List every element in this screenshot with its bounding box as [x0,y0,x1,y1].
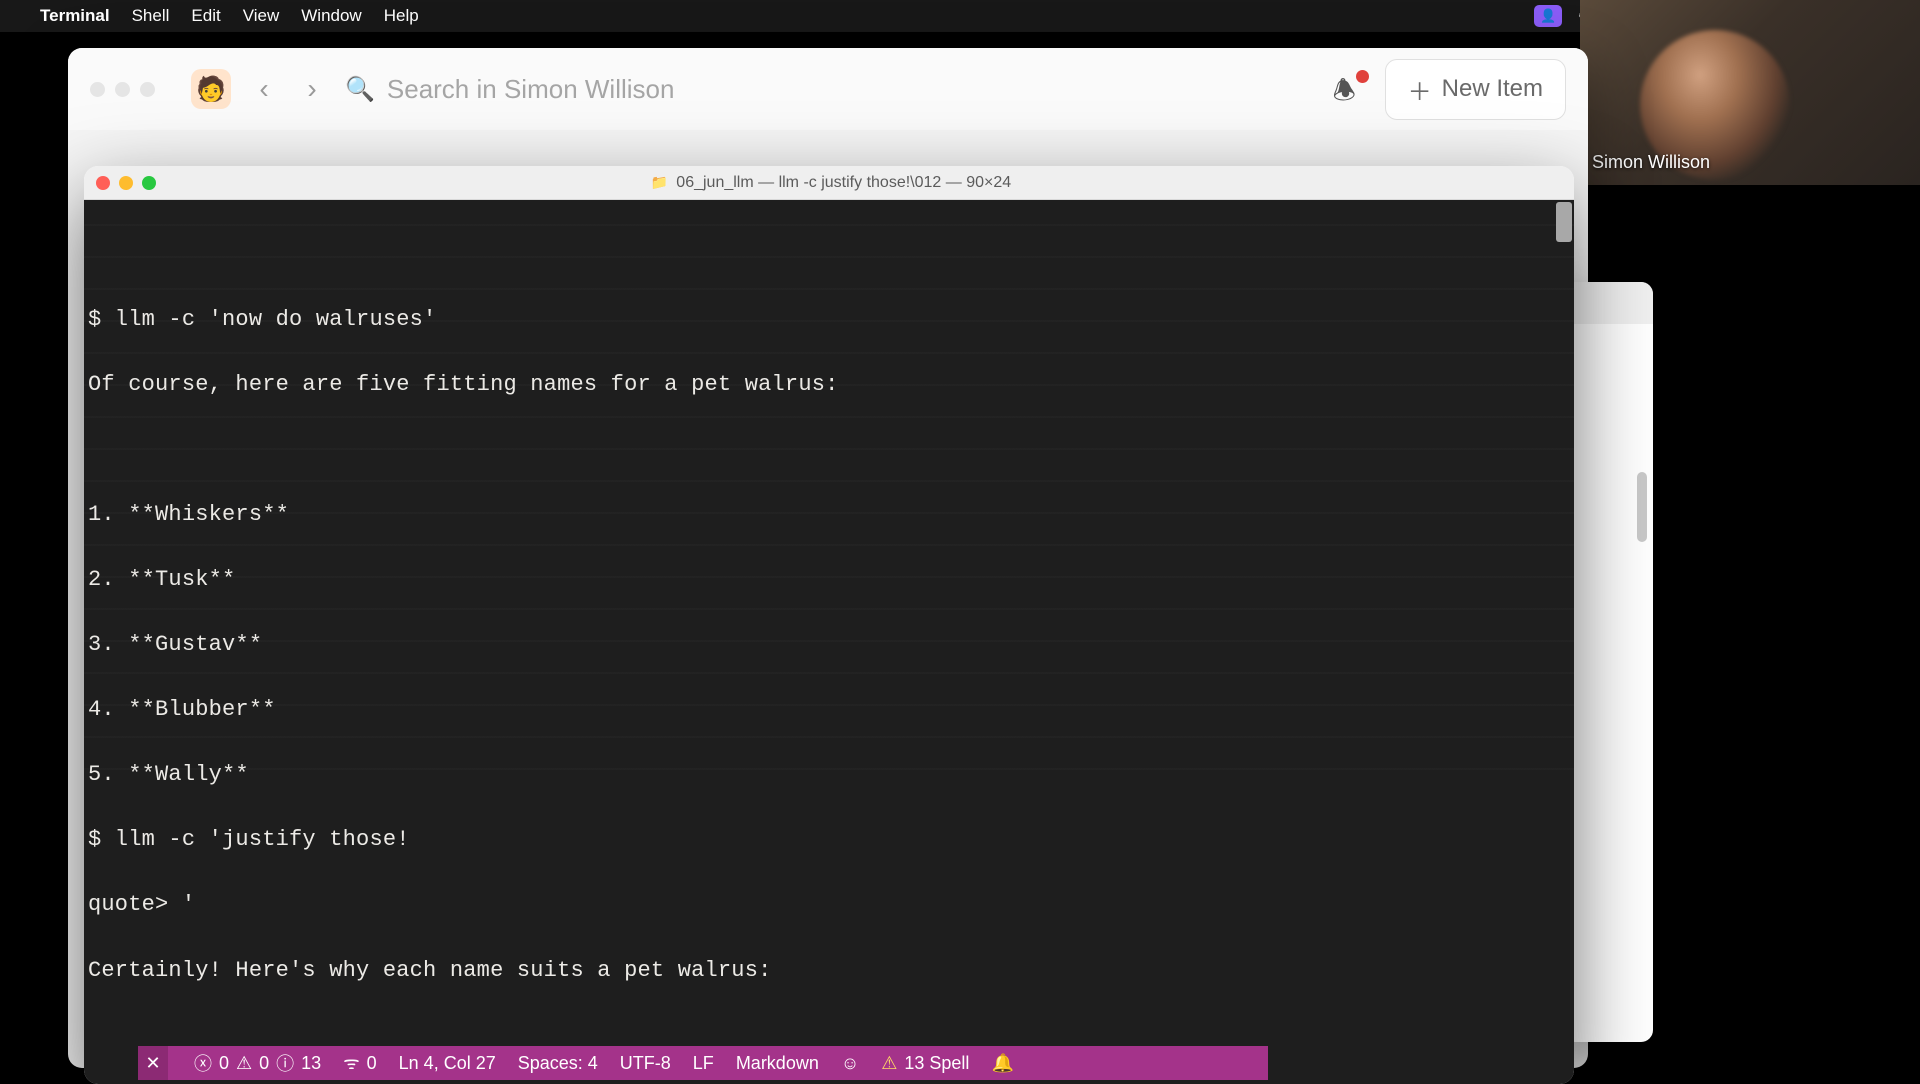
new-item-button[interactable]: ＋ New Item [1385,59,1566,120]
terminal-window[interactable]: 📁 06_jun_llm — llm -c justify those!\012… [84,166,1574,1084]
problems-button[interactable]: ⓧ 0 ⚠ 0 ⓘ 13 [194,1050,321,1076]
terminal-line: 5. **Wally** [88,762,249,787]
menu-window[interactable]: Window [301,6,361,26]
antenna-icon: ᯤ [343,1051,359,1075]
terminal-line: Certainly! Here's why each name suits a … [88,958,772,983]
terminal-line: 4. **Blubber** [88,697,276,722]
minimize-button[interactable] [119,176,133,190]
info-icon: ⓘ [276,1050,294,1076]
spell-count: 13 Spell [904,1053,969,1074]
vscode-statusbar[interactable]: ✕ ⓧ0 ⚠0 ⓘ13 ᯤ0 Ln 4, Col 27 Spaces: 4 UT… [138,1046,1268,1080]
zoom-button[interactable] [142,176,156,190]
new-item-label: New Item [1442,75,1543,103]
terminal-line: 1. **Whiskers** [88,502,289,527]
screen-record-icon[interactable]: 👤 [1534,5,1562,27]
warning-count: 0 [259,1053,269,1074]
info-count: 13 [301,1053,321,1074]
webcam-overlay: Simon Willison [1580,0,1920,185]
cursor-position[interactable]: Ln 4, Col 27 [399,1053,496,1074]
nav-forward-button[interactable]: › [297,73,327,105]
menu-shell[interactable]: Shell [132,6,170,26]
folder-icon: 📁 [651,174,668,191]
terminal-line: $ llm -c 'justify those! [88,827,410,852]
pm-toolbar: 🧑 ‹ › 🔍 Search in Simon Willison 🕭 ＋ New… [68,48,1588,130]
warning-icon: ⚠ [236,1053,252,1074]
language-mode-button[interactable]: Markdown [736,1053,819,1074]
encoding-button[interactable]: UTF-8 [620,1053,671,1074]
nav-back-button[interactable]: ‹ [249,73,279,105]
terminal-line: Of course, here are five fitting names f… [88,372,839,397]
terminal-titlebar[interactable]: 📁 06_jun_llm — llm -c justify those!\012… [84,166,1574,200]
menu-view[interactable]: View [243,6,280,26]
notification-dot-icon [1356,70,1369,83]
warning-icon: ⚠ [881,1053,897,1074]
close-button[interactable] [96,176,110,190]
ports-count: 0 [367,1053,377,1074]
error-count: 0 [219,1053,229,1074]
window-traffic-lights[interactable] [90,82,155,97]
eol-button[interactable]: LF [693,1053,714,1074]
scrollbar[interactable] [1556,202,1572,242]
terminal-line: $ llm -c 'now do walruses' [88,307,436,332]
search-input[interactable]: Search in Simon Willison [387,74,675,105]
remote-button[interactable]: ✕ [138,1046,168,1080]
bell-icon: 🕭 [1333,75,1356,105]
terminal-line: 2. **Tusk** [88,567,235,592]
scrollbar[interactable] [1637,472,1647,542]
terminal-line: quote> ' [88,892,195,917]
webcam-name-label: Simon Willison [1592,152,1710,173]
spell-button[interactable]: ⚠ 13 Spell [881,1053,969,1074]
error-icon: ⓧ [194,1050,212,1076]
notifications-button[interactable]: 🕭 [1333,72,1367,106]
active-app-name[interactable]: Terminal [40,6,110,26]
plus-icon: ＋ [1408,72,1432,107]
menu-edit[interactable]: Edit [191,6,220,26]
feedback-icon[interactable]: ☺ [841,1053,859,1074]
terminal-line: 3. **Gustav** [88,632,262,657]
indentation-button[interactable]: Spaces: 4 [518,1053,598,1074]
background-window [1563,282,1653,1042]
search-icon: 🔍 [345,75,375,104]
bell-icon[interactable]: 🔔 [991,1053,1013,1074]
window-traffic-lights[interactable] [96,176,156,190]
account-avatar[interactable]: 🧑 [191,69,231,109]
ports-button[interactable]: ᯤ0 [343,1051,376,1075]
terminal-output[interactable]: $ llm -c 'now do walruses' Of course, he… [84,200,1574,1084]
menu-help[interactable]: Help [384,6,419,26]
terminal-title: 06_jun_llm — llm -c justify those!\012 —… [676,174,1011,192]
